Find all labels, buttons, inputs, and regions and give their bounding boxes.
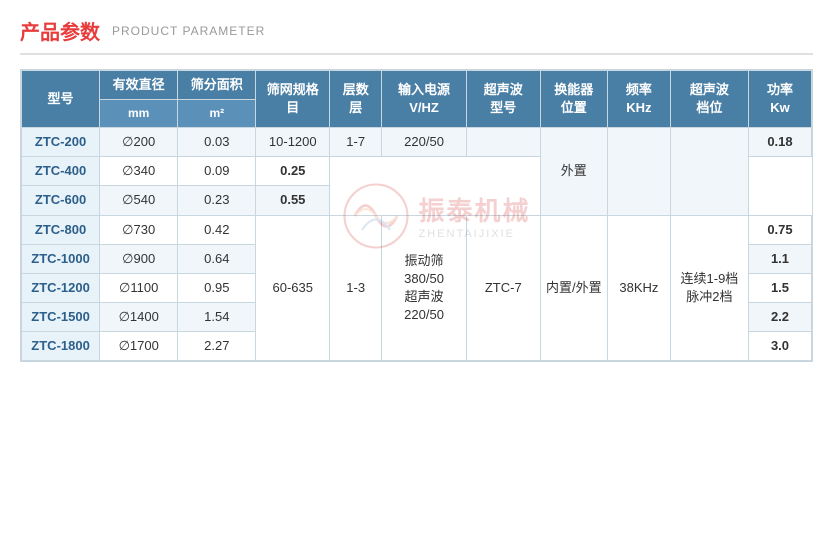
th-layers: 层数层 [330,71,382,128]
cell-power: 0.18 [748,127,811,156]
cell-power-input: 220/50 [382,127,467,156]
product-table-wrapper: 振泰机械 ZHENTAIJIXIE 型号 有效直径 筛分面积 筛网规格目 层数层… [20,69,813,362]
cell-transducer [466,127,540,156]
cell-mesh: 60-635 [256,215,330,361]
page-title-en: PRODUCT PARAMETER [112,24,265,38]
cell-power: 3.0 [748,332,811,361]
product-table: 型号 有效直径 筛分面积 筛网规格目 层数层 输入电源V/HZ 超声波型号 换能… [21,70,812,361]
page-header: 产品参数 PRODUCT PARAMETER [20,16,813,55]
cell-diameter: ∅340 [100,157,178,186]
cell-model: ZTC-600 [22,186,100,215]
cell-freq: 38KHz [607,215,670,361]
cell-diameter: ∅1100 [100,273,178,302]
cell-area: 0.09 [178,157,256,186]
cell-model: ZTC-1200 [22,273,100,302]
cell-freq [607,127,670,215]
th-power-input: 输入电源V/HZ [382,71,467,128]
cell-diameter: ∅200 [100,127,178,156]
th-model: 型号 [22,71,100,128]
cell-area: 2.27 [178,332,256,361]
cell-model: ZTC-1800 [22,332,100,361]
table-body: ZTC-200∅2000.0310-12001-7220/50外置0.18ZTC… [22,127,812,361]
cell-model: ZTC-1000 [22,244,100,273]
cell-model: ZTC-400 [22,157,100,186]
header-row-1: 型号 有效直径 筛分面积 筛网规格目 层数层 输入电源V/HZ 超声波型号 换能… [22,71,812,100]
cell-power: 0.75 [748,215,811,244]
cell-area: 0.95 [178,273,256,302]
cell-position: 内置/外置 [540,215,607,361]
cell-diameter: ∅900 [100,244,178,273]
cell-transducer: ZTC-7 [466,215,540,361]
th-area-unit: m² [178,100,256,128]
cell-diameter: ∅1700 [100,332,178,361]
cell-layers: 1-3 [330,215,382,361]
cell-diameter: ∅540 [100,186,178,215]
th-freq: 频率KHz [607,71,670,128]
th-level: 超声波档位 [670,71,748,128]
cell-area: 0.42 [178,215,256,244]
cell-power: 0.55 [256,186,330,215]
cell-power: 2.2 [748,303,811,332]
cell-mesh: 10-1200 [256,127,330,156]
cell-level: 连续1-9档脉冲2档 [670,215,748,361]
th-mesh: 筛网规格目 [256,71,330,128]
cell-model: ZTC-800 [22,215,100,244]
page-title-zh: 产品参数 [20,16,100,45]
th-area: 筛分面积 [178,71,256,100]
cell-area: 1.54 [178,303,256,332]
cell-diameter: ∅730 [100,215,178,244]
cell-model: ZTC-1500 [22,303,100,332]
th-power: 功率Kw [748,71,811,128]
cell-area: 0.64 [178,244,256,273]
cell-layers: 1-7 [330,127,382,156]
cell-diameter: ∅1400 [100,303,178,332]
th-diameter-unit: mm [100,100,178,128]
cell-power: 0.25 [256,157,330,186]
cell-power: 1.1 [748,244,811,273]
cell-level [670,127,748,215]
th-transducer: 超声波型号 [466,71,540,128]
th-position: 换能器位置 [540,71,607,128]
cell-power: 1.5 [748,273,811,302]
table-row: ZTC-800∅7300.4260-6351-3振动筛380/50超声波220/… [22,215,812,244]
cell-power-input: 振动筛380/50超声波220/50 [382,215,467,361]
cell-position: 外置 [540,127,607,215]
cell-area: 0.23 [178,186,256,215]
th-diameter: 有效直径 [100,71,178,100]
cell-model: ZTC-200 [22,127,100,156]
cell-area: 0.03 [178,127,256,156]
table-row: ZTC-200∅2000.0310-12001-7220/50外置0.18 [22,127,812,156]
